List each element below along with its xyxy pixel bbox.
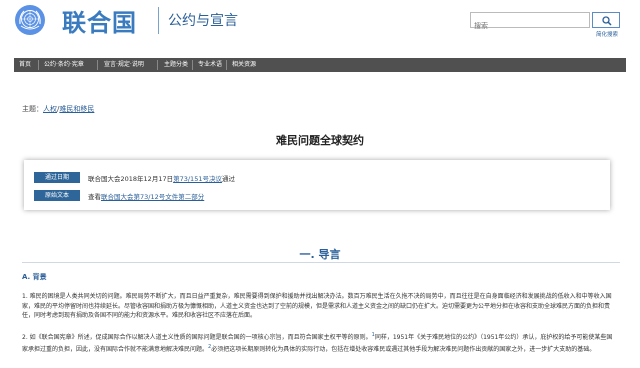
breadcrumb: 主题：人权/难民和移民	[22, 104, 94, 114]
resolution-link[interactable]: 第73/151号决议	[173, 175, 222, 183]
nav-divider	[226, 60, 227, 70]
section-divider	[22, 262, 620, 263]
nav-item-topics[interactable]: 主题分类	[164, 58, 188, 72]
paragraph-2: 2. 如《联合国宪章》所述，促成国际合作以解决人道主义性质的国际问题是联合国的一…	[22, 331, 618, 354]
site-subtitle[interactable]: 公约与宣言	[168, 10, 238, 30]
nav-divider	[97, 60, 98, 70]
brand-title[interactable]: 联合国	[62, 3, 137, 38]
paragraph-1: 1. 难民的困境是人类共同关切的问题。难民局势不断扩大，而且日益严重复杂，难民需…	[22, 293, 612, 319]
breadcrumb-link-human-rights[interactable]: 人权	[43, 105, 57, 113]
nav-divider	[38, 60, 39, 70]
nav-item-home[interactable]: 首页	[19, 58, 31, 72]
search-button[interactable]	[592, 12, 620, 28]
paragraph-2-part-c: 必须把这项长期原则转化为具体的实际行动，包括在增处收容难民或遇过其他手段为解决难…	[211, 345, 596, 353]
site-header: 联合国 公约与宣言 简化搜索	[0, 0, 640, 42]
section-title: 一. 导言	[299, 248, 341, 261]
nav-item-declarations[interactable]: 宣言·规定·说明	[104, 58, 144, 72]
paragraph-2-part-a: 2. 如《联合国宪章》所述，促成国际合作以解决人道主义性质的国际问题是联合国的一…	[22, 334, 372, 341]
document-info-card: 通过日期 联合国大会2018年12月17日第73/151号决议通过 原始文本 查…	[24, 160, 610, 210]
adopted-prefix: 联合国大会2018年12月17日	[88, 175, 174, 183]
source-text-badge: 原始文本	[34, 190, 80, 201]
main-nav: 首页 公约·条约·宪章 宣言·规定·说明 主题分类 专业术语 相关资源	[14, 58, 626, 72]
source-prefix: 查看	[88, 193, 101, 201]
breadcrumb-prefix: 主题：	[22, 105, 43, 113]
adopted-date-badge: 通过日期	[34, 172, 80, 183]
source-document-link[interactable]: 联合国大会第73/12号文件第二部分	[101, 193, 204, 201]
header-divider	[158, 7, 159, 34]
adopted-suffix: 通过	[221, 175, 235, 183]
breadcrumb-link-refugees[interactable]: 难民和移民	[59, 105, 94, 113]
search-icon	[602, 16, 612, 26]
page-title: 难民问题全球契约	[276, 134, 364, 147]
nav-item-conventions[interactable]: 公约·条约·宪章	[44, 58, 84, 72]
nav-divider	[157, 60, 158, 70]
nav-item-terms[interactable]: 专业术语	[198, 58, 222, 72]
search-field[interactable]	[470, 12, 590, 33]
sub-heading: A. 背景	[22, 273, 47, 281]
search-input[interactable]	[471, 19, 584, 33]
nav-item-resources[interactable]: 相关资源	[232, 58, 256, 72]
nav-divider	[192, 60, 193, 70]
advanced-search-link[interactable]: 简化搜索	[596, 30, 618, 38]
source-text: 查看联合国大会第73/12号文件第二部分	[88, 191, 204, 201]
adopted-date-text: 联合国大会2018年12月17日第73/151号决议通过	[88, 173, 235, 183]
un-emblem-icon[interactable]	[14, 4, 46, 36]
